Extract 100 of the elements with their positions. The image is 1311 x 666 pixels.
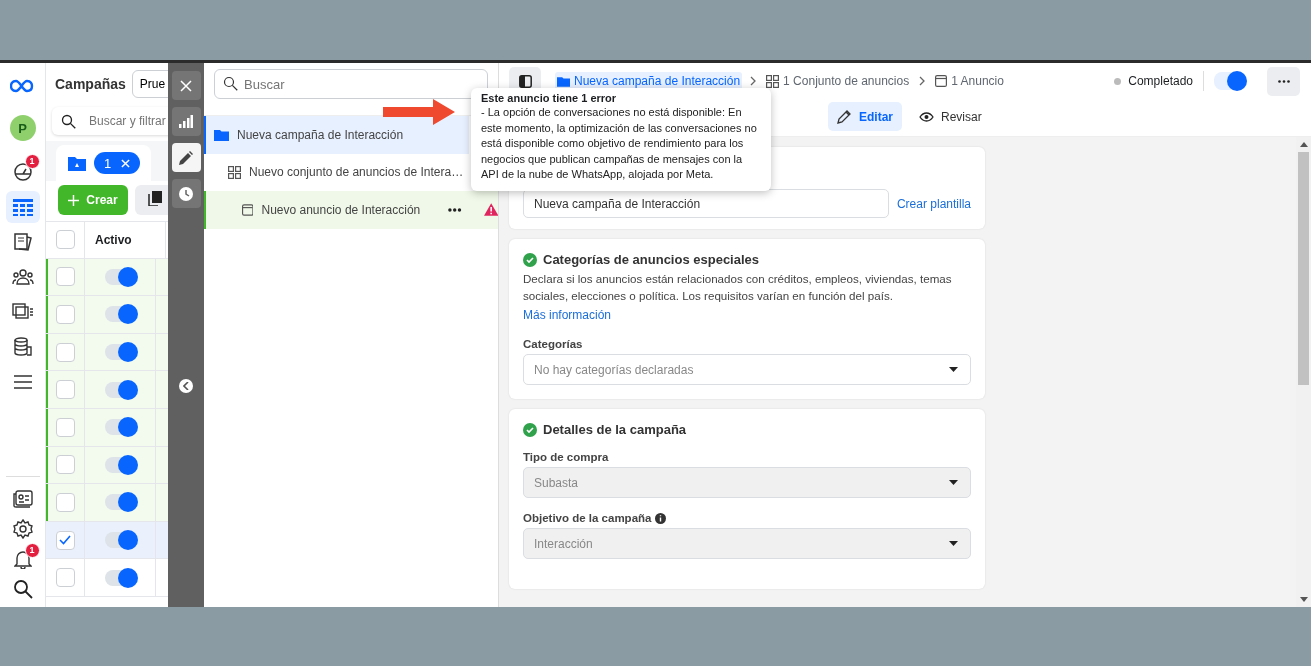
notification-badge: 1 <box>24 154 40 169</box>
row-checkbox[interactable] <box>55 455 75 475</box>
section-description: Declara si los anuncios están relacionados con créditos, empleos, viviendas, temas sociales, elecciones o política. Los requisitos varían en función del país. <box>523 271 953 304</box>
id-card-icon <box>12 489 33 508</box>
arrow-icon <box>383 99 455 125</box>
toggle-switch[interactable] <box>105 419 135 436</box>
caret-down-icon[interactable] <box>1299 597 1308 602</box>
search-icon <box>223 76 238 91</box>
bell-icon <box>13 548 32 569</box>
panel-title: Campañas <box>55 76 126 92</box>
account-button[interactable]: Prue <box>131 70 168 98</box>
section-title: Categorías de anuncios especiales <box>543 252 760 267</box>
select-all-checkbox[interactable] <box>55 230 75 250</box>
caret-up-icon[interactable] <box>1299 142 1308 147</box>
row-checkbox[interactable] <box>55 380 75 400</box>
mode-tab[interactable]: Revisar <box>910 102 991 131</box>
media-icon <box>11 303 34 321</box>
settings-icon <box>12 518 33 539</box>
clock-icon <box>179 186 193 201</box>
sidebar-icon <box>518 74 532 88</box>
tree-item-label: Nuevo anuncio de Interacción <box>261 202 421 217</box>
clear-icon <box>121 158 131 168</box>
close-icon <box>180 79 192 92</box>
nav-item[interactable]: 1 <box>5 156 40 188</box>
field-label: Tipo de compra <box>523 451 609 463</box>
toggle-switch[interactable] <box>105 494 135 511</box>
chevron-right-icon <box>750 76 757 86</box>
column-header[interactable]: Activo <box>85 222 166 258</box>
copy-icon <box>148 191 162 206</box>
toggle-switch[interactable] <box>105 381 135 398</box>
table-icon <box>11 197 34 217</box>
bar-chart-icon <box>179 115 193 128</box>
status-label: Completado <box>1128 74 1193 88</box>
breadcrumb-link[interactable]: 1 Anuncio <box>933 72 1006 90</box>
eye-icon <box>919 111 934 122</box>
status-dot <box>1114 77 1122 85</box>
collapse-button[interactable] <box>179 379 193 393</box>
tree-item[interactable]: Nueva campaña de Interacción <box>204 116 469 154</box>
search-icon <box>61 114 76 129</box>
toggle-switch[interactable] <box>105 532 135 549</box>
tree-item[interactable]: Nuevo conjunto de anuncios de Intera… <box>204 153 469 191</box>
tree-item-label: Nueva campaña de Interacción <box>237 127 404 142</box>
breadcrumb-link[interactable]: 1 Conjunto de anuncios <box>764 72 912 90</box>
row-checkbox[interactable] <box>55 267 75 287</box>
filter-chip[interactable]: 1 <box>94 152 141 174</box>
caret-icon <box>949 367 958 372</box>
tree-item[interactable]: Nuevo anuncio de Interacción <box>204 191 498 229</box>
field-label: Objetivo de la campaña <box>523 512 652 524</box>
more-icon[interactable] <box>448 207 462 212</box>
toggle-switch[interactable] <box>105 344 135 361</box>
grid-icon <box>766 74 780 88</box>
tool-button[interactable] <box>171 107 201 136</box>
duplicate-button[interactable] <box>135 185 168 215</box>
search-field[interactable]: Buscar y filtrar <box>52 107 168 135</box>
folder-icon <box>68 155 86 171</box>
campaign-name-field[interactable]: Nueva campaña de Interacción <box>523 189 889 218</box>
toggle-switch[interactable] <box>105 456 135 473</box>
window-icon <box>935 75 948 87</box>
tree-item-label: Nuevo conjunto de anuncios de Intera… <box>249 165 464 180</box>
row-checkbox[interactable] <box>55 530 75 550</box>
toggle-switch[interactable] <box>105 268 135 285</box>
create-button[interactable]: Crear <box>58 185 128 215</box>
infinity-logo-icon <box>9 79 36 93</box>
warning-icon <box>483 203 498 217</box>
campaigns-tab[interactable]: 1 <box>56 145 151 181</box>
categories-dropdown[interactable]: No hay categorías declaradas <box>523 354 971 385</box>
learn-more-link[interactable]: Más información <box>523 308 612 322</box>
row-checkbox[interactable] <box>55 342 75 362</box>
row-checkbox[interactable] <box>55 568 75 588</box>
checkmark-icon <box>59 535 71 546</box>
menu-icon <box>13 375 32 389</box>
notification-badge: 1 <box>24 543 40 558</box>
row-checkbox[interactable] <box>55 305 75 324</box>
chevron-left-icon <box>183 382 189 390</box>
tool-button[interactable] <box>171 143 201 172</box>
section-title: Detalles de la campaña <box>543 422 687 437</box>
nav-item[interactable]: 1 <box>5 545 40 572</box>
caret-icon <box>949 480 958 485</box>
scrollbar-thumb[interactable] <box>1298 152 1309 385</box>
search-icon <box>12 578 33 599</box>
toggle-switch[interactable] <box>105 569 135 586</box>
avatar[interactable]: P <box>9 115 36 141</box>
plus-icon <box>68 194 80 206</box>
field-label: Categorías <box>523 338 584 350</box>
chevron-right-icon <box>919 76 926 86</box>
row-checkbox[interactable] <box>55 492 75 512</box>
folder-icon <box>214 128 229 141</box>
row-checkbox[interactable] <box>55 417 75 437</box>
toggle-switch[interactable] <box>1214 72 1246 90</box>
mode-tab[interactable]: Editar <box>828 102 902 131</box>
toggle-switch[interactable] <box>105 306 135 323</box>
pencil-icon <box>837 109 852 124</box>
grid-icon <box>228 165 241 179</box>
window-icon <box>242 203 254 216</box>
gauge-icon <box>12 162 33 182</box>
tooltip-text: - La opción de conversaciones no está disponible: En este momento, la optimización de las conversaciones no está disponible como objetivo de rendimiento para los negocios que publican campañas de mensajes con la API de la nube de WhatsApp, alojada por Meta. <box>481 105 758 182</box>
tool-button[interactable] <box>171 179 201 208</box>
create-template-link[interactable]: Crear plantilla <box>896 196 971 211</box>
close-button[interactable] <box>171 71 201 100</box>
caret-icon <box>949 541 958 546</box>
